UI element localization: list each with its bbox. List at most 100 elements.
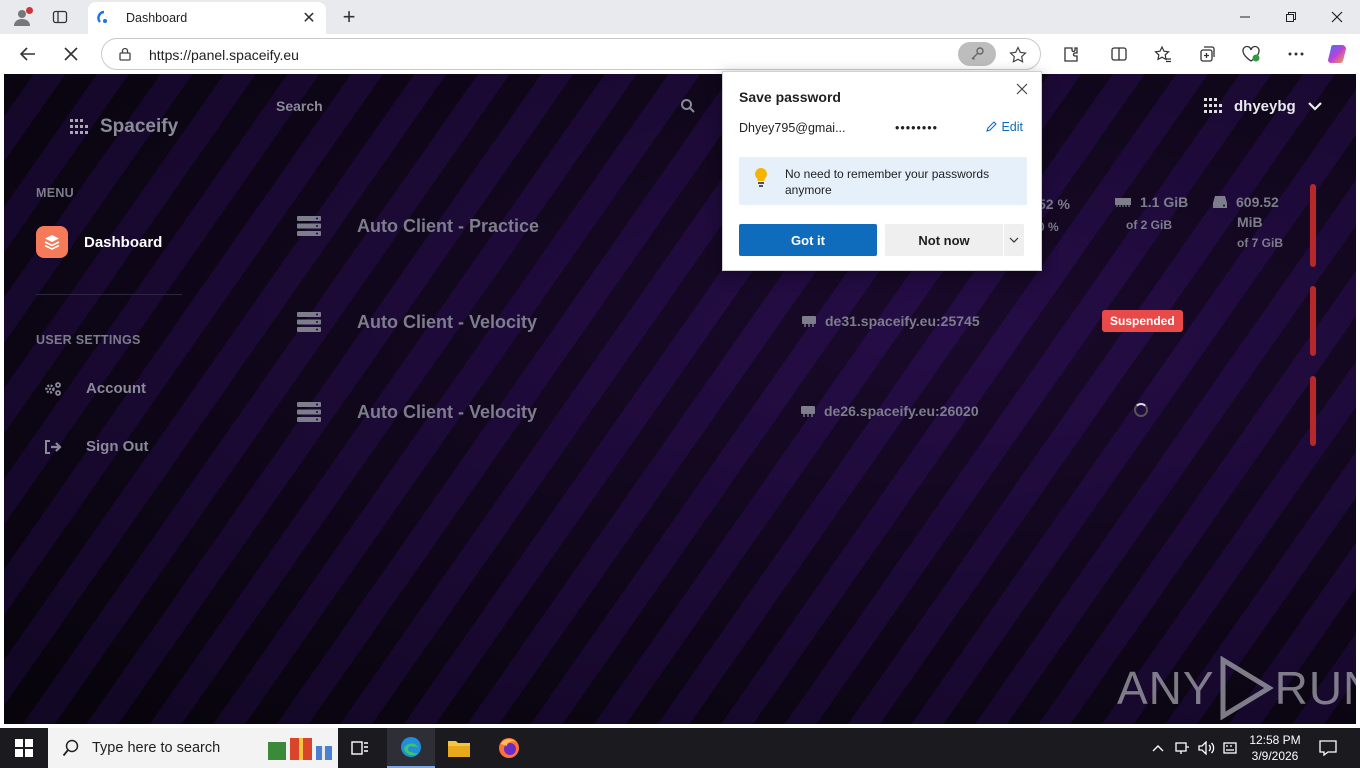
browser-essentials-icon[interactable]	[1236, 40, 1266, 68]
file-explorer-icon[interactable]	[435, 728, 483, 768]
copilot-icon[interactable]	[1322, 40, 1352, 68]
sidebar-item-dashboard[interactable]: Dashboard	[36, 226, 162, 258]
profile-icon[interactable]	[8, 4, 36, 30]
tab-actions-icon[interactable]	[46, 4, 74, 30]
clock-time: 12:58 PM	[1249, 733, 1301, 747]
sidebar-item-label: Account	[86, 380, 146, 397]
edge-taskbar-icon[interactable]	[387, 728, 435, 768]
tab-dashboard[interactable]: Dashboard ✕	[88, 2, 326, 34]
tab-title: Dashboard	[126, 11, 188, 25]
memory-value: 1.1 GiB	[1140, 194, 1189, 210]
play-logo-icon	[1220, 656, 1274, 720]
search-placeholder: Search	[276, 98, 323, 114]
search-input[interactable]: Search	[276, 98, 696, 118]
network-icon	[801, 406, 815, 417]
server-icon	[297, 216, 321, 236]
server-row-velocity-1[interactable]: Auto Client - Velocity	[296, 311, 537, 333]
pencil-icon	[986, 121, 998, 132]
brand-logo[interactable]: Spaceify	[68, 116, 178, 138]
layers-icon	[36, 226, 68, 258]
keyboard-layout-icon[interactable]	[1220, 728, 1240, 768]
anyrun-watermark: ANY RUN	[1117, 656, 1356, 720]
more-options-icon[interactable]	[1281, 40, 1311, 68]
server-icon	[297, 402, 321, 422]
favorite-star-icon[interactable]	[1008, 45, 1028, 65]
info-text: No need to remember your passwords anymo…	[785, 167, 990, 197]
saved-password-mask: ••••••••	[895, 121, 939, 135]
password-key-icon[interactable]	[958, 42, 996, 66]
network-tray-icon[interactable]	[1172, 728, 1192, 768]
gift-boxes-icon	[268, 738, 333, 760]
windows-taskbar: Type here to search 12:58 PM 3/9/2026	[0, 728, 1360, 768]
clock-date: 3/9/2026	[1251, 749, 1299, 763]
server-row-velocity-2[interactable]: Auto Client - Velocity	[296, 401, 537, 423]
favorites-icon[interactable]	[1148, 40, 1178, 68]
menu-section-label: MENU	[36, 186, 75, 200]
gears-icon	[45, 381, 61, 396]
close-dialog-button[interactable]	[1011, 78, 1033, 100]
watermark-right: RUN	[1274, 662, 1356, 714]
task-view-icon[interactable]	[336, 728, 384, 768]
user-menu[interactable]: dhyeybg	[1202, 96, 1322, 116]
sidebar-divider	[36, 294, 182, 295]
not-now-button[interactable]: Not now	[885, 224, 1003, 256]
close-tab-button[interactable]: ✕	[298, 7, 320, 29]
browser-tab-bar: Dashboard ✕ +	[0, 0, 1360, 34]
got-it-button[interactable]: Got it	[739, 224, 877, 256]
info-banner: No need to remember your passwords anymo…	[739, 157, 1027, 205]
sidebar-item-label: Sign Out	[86, 438, 149, 455]
network-icon	[802, 316, 816, 327]
disk-unit: MiB	[1237, 214, 1263, 230]
taskbar-clock[interactable]: 12:58 PM 3/9/2026	[1240, 732, 1310, 764]
close-window-button[interactable]	[1314, 0, 1360, 34]
minimize-button[interactable]	[1222, 0, 1268, 34]
cpu-value: 52 %	[1038, 196, 1070, 212]
extensions-icon[interactable]	[1056, 40, 1086, 68]
server-address: de26.spaceify.eu:26020	[800, 403, 979, 419]
search-icon[interactable]	[680, 98, 696, 114]
url-text[interactable]: https://panel.spaceify.eu	[149, 47, 299, 63]
edit-credentials-link[interactable]: Edit	[985, 120, 1023, 134]
server-name: Auto Client - Velocity	[357, 401, 538, 422]
not-now-dropdown-button[interactable]	[1004, 224, 1024, 256]
server-name: Auto Client - Practice	[357, 215, 540, 236]
browser-toolbar: https://panel.spaceify.eu	[0, 34, 1360, 74]
memory-icon	[1115, 198, 1131, 207]
notifications-icon[interactable]	[1316, 728, 1340, 768]
new-tab-button[interactable]: +	[337, 4, 361, 30]
disk-stat: 609.52 MiB of 7 GiB	[1212, 194, 1283, 250]
disk-limit: of 7 GiB	[1237, 236, 1284, 250]
collections-icon[interactable]	[1192, 40, 1222, 68]
firefox-icon[interactable]	[485, 728, 533, 768]
disk-value: 609.52	[1236, 194, 1279, 210]
cpu-limit: 0 %	[1038, 220, 1059, 234]
volume-icon[interactable]	[1196, 728, 1218, 768]
address-bar[interactable]: https://panel.spaceify.eu	[101, 38, 1041, 70]
server-status-bar	[1310, 184, 1316, 267]
server-status-bar	[1310, 376, 1316, 446]
sidebar-item-sign-out[interactable]: Sign Out	[44, 438, 149, 455]
server-row-practice[interactable]: Auto Client - Practice	[296, 215, 539, 237]
server-name: Auto Client - Velocity	[357, 311, 538, 332]
cpu-stat: 52 % 0 %	[1038, 196, 1070, 234]
lock-icon[interactable]	[118, 47, 132, 61]
spaceify-favicon-icon	[97, 10, 107, 23]
lightbulb-icon	[755, 168, 767, 187]
split-screen-icon[interactable]	[1104, 40, 1134, 68]
windows-start-icon[interactable]	[0, 728, 48, 768]
server-address: de31.spaceify.eu:25745	[801, 313, 980, 329]
restore-button[interactable]	[1268, 0, 1314, 34]
back-arrow-icon[interactable]	[13, 40, 43, 68]
taskbar-search-box[interactable]: Type here to search	[48, 728, 338, 768]
notification-dot	[26, 7, 33, 14]
stop-loading-icon[interactable]	[56, 40, 86, 68]
server-icon	[297, 312, 321, 332]
taskbar-search-text: Type here to search	[92, 740, 221, 756]
loading-spinner-icon	[1134, 403, 1148, 417]
sidebar-item-label: Dashboard	[84, 233, 163, 251]
dialog-title: Save password	[739, 89, 841, 105]
sidebar-item-account[interactable]: Account	[44, 380, 146, 397]
sign-out-icon	[45, 439, 62, 454]
search-icon	[62, 739, 79, 757]
tray-overflow-chevron-icon[interactable]	[1148, 728, 1168, 768]
